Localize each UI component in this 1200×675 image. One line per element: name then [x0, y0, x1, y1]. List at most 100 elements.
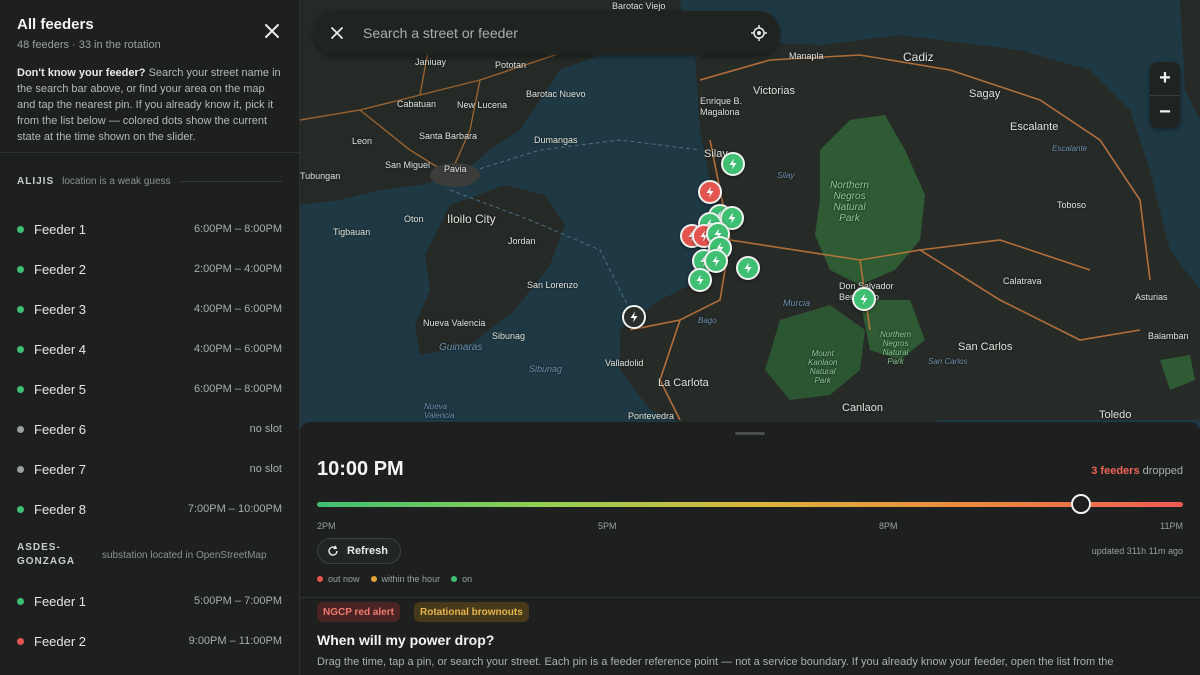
- close-icon[interactable]: [263, 22, 281, 40]
- clear-search-icon[interactable]: [329, 25, 345, 41]
- legend-label: within the hour: [381, 574, 441, 584]
- map-label-iloilo-city: Iloilo City: [447, 212, 496, 226]
- feeder-row[interactable]: Feeder 8 7:00PM – 10:00PM: [0, 489, 299, 529]
- map-label-leon: Leon: [352, 136, 373, 146]
- map-label-cabatuan: Cabatuan: [397, 99, 437, 109]
- feeder-row[interactable]: Feeder 6 no slot: [0, 409, 299, 449]
- feeder-name: Feeder 4: [34, 341, 87, 357]
- feeder-list-asdes-gonzaga: Feeder 1 5:00PM – 7:00PM Feeder 2 9:00PM – …: [0, 581, 299, 675]
- feeder-name: Feeder 3: [34, 301, 87, 317]
- feeder-name: Feeder 5: [34, 381, 87, 397]
- feeder-pin[interactable]: [704, 249, 728, 273]
- status-dot: [17, 385, 24, 393]
- feeder-slot: no slot: [249, 423, 282, 435]
- search-bar: [314, 11, 780, 55]
- feeder-pin[interactable]: [852, 287, 876, 311]
- feeder-row[interactable]: Feeder 2 2:00PM – 4:00PM: [0, 249, 299, 289]
- help-bold: Don't know your feeder?: [17, 67, 146, 79]
- map-label-manapla: Manapla: [789, 51, 824, 61]
- legend-dot: [317, 576, 323, 582]
- feeder-row[interactable]: Feeder 4 4:00PM – 6:00PM: [0, 329, 299, 369]
- feeder-name: Feeder 1: [34, 221, 87, 237]
- map-label-jordan: Jordan: [508, 236, 536, 246]
- map-label-northern-negros-2: Northern Negros Natural Park: [880, 330, 912, 366]
- slider-tick-label: 8PM: [879, 521, 898, 531]
- time-panel: 10:00 PM 3 feeders dropped 2PM 5PM 8PM 1…: [300, 422, 1200, 675]
- map-label-escalante: Escalante: [1010, 121, 1059, 133]
- dropped-summary: 3 feeders dropped: [1091, 465, 1183, 477]
- feeder-pin[interactable]: [736, 256, 760, 280]
- status-dot: [17, 345, 24, 353]
- map-label-victorias: Victorias: [753, 85, 795, 97]
- panel-divider: [300, 597, 1200, 598]
- search-input[interactable]: [363, 25, 733, 41]
- group-name-line1: ASDES-: [17, 542, 61, 553]
- group-note: substation located in OpenStreetMap: [102, 549, 267, 561]
- group-note: location is a weak guess: [62, 175, 171, 187]
- ngcp-alert-badge: NGCP red alert: [317, 602, 400, 622]
- group-divider: [180, 180, 282, 182]
- zoom-in-button[interactable]: +: [1150, 62, 1180, 95]
- sidebar-help-text: Don't know your feeder? Search your stre…: [0, 60, 299, 153]
- feeder-row[interactable]: Feeder 37:00PM – 9:00PM: [0, 661, 299, 675]
- map-label-bago: Bago: [698, 316, 717, 325]
- refresh-button[interactable]: Refresh: [317, 538, 401, 564]
- feeder-slot: 6:00PM – 8:00PM: [193, 223, 282, 235]
- feeder-pin[interactable]: [688, 268, 712, 292]
- time-slider-handle[interactable]: [1070, 494, 1091, 514]
- group-header-asdes-gonzaga: ASDES- GONZAGA substation located in Open…: [0, 529, 299, 581]
- map-label-murcia: Murcia: [783, 298, 811, 308]
- bolt-icon: [706, 186, 714, 198]
- map-label-calatrava: Calatrava: [1003, 276, 1042, 286]
- feeder-row[interactable]: Feeder 7 no slot: [0, 449, 299, 489]
- map-label-oton: Oton: [404, 214, 424, 224]
- map-label-pontevedra: Pontevedra: [628, 411, 675, 421]
- feeder-row[interactable]: Feeder 1 6:00PM – 8:00PM: [0, 209, 299, 249]
- map-label-valladolid: Valladolid: [605, 358, 644, 368]
- feeder-row[interactable]: Feeder 3 4:00PM – 6:00PM: [0, 289, 299, 329]
- app-root: All feeders 48 feeders · 33 in the rotat…: [0, 0, 1200, 675]
- map-label-potoran: Pototan: [495, 60, 527, 70]
- map-label-san-carlos-water: San Carlos: [928, 357, 968, 366]
- legend-label: on: [462, 574, 473, 584]
- sidebar-subtitle: 48 feeders · 33 in the rotation: [17, 39, 161, 51]
- feeder-name: Feeder 7: [34, 461, 87, 477]
- feeder-name: Feeder 6: [34, 421, 87, 437]
- map-label-sibunag-water: Sibunag: [529, 364, 563, 374]
- bolt-icon: [630, 311, 638, 323]
- map-label-san-carlos: San Carlos: [958, 341, 1013, 353]
- status-dot: [17, 637, 24, 645]
- legend-label: out now: [328, 574, 360, 584]
- locate-me-icon[interactable]: [750, 24, 768, 42]
- map-label-barotac-nuevo: Barotac Nuevo: [526, 89, 586, 99]
- status-dot: [17, 505, 24, 513]
- refresh-icon: [328, 545, 338, 556]
- feeder-pin[interactable]: [721, 152, 745, 176]
- map-label-janiuay: Janiuay: [415, 57, 447, 67]
- feeder-pin[interactable]: [698, 180, 722, 204]
- status-dot: [17, 597, 24, 605]
- bolt-icon: [744, 262, 752, 274]
- feeder-row[interactable]: Feeder 5 6:00PM – 8:00PM: [0, 369, 299, 409]
- panel-drag-handle[interactable]: [735, 432, 765, 435]
- feeder-slot: 4:00PM – 6:00PM: [193, 303, 282, 315]
- selected-time: 10:00 PM: [317, 458, 404, 480]
- legend-item: within the hour: [370, 574, 441, 584]
- feeder-sidebar: All feeders 48 feeders · 33 in the rotat…: [0, 0, 300, 675]
- map-label-pavia: Pavia: [444, 164, 467, 174]
- slider-tick-label: 11PM: [1160, 521, 1183, 531]
- map-label-toboso: Toboso: [1057, 200, 1087, 210]
- map-label-santa-barbara: Santa Barbara: [419, 131, 478, 141]
- time-slider-track[interactable]: [317, 502, 1183, 507]
- feeder-row[interactable]: Feeder 1 5:00PM – 7:00PM: [0, 581, 299, 621]
- feeder-row[interactable]: Feeder 2 9:00PM – 11:00PM: [0, 621, 299, 661]
- map-label-nueva-valencia: Nueva Valencia: [423, 318, 486, 328]
- map-label-tigbauan: Tigbauan: [333, 227, 371, 237]
- dropped-suffix: dropped: [1139, 465, 1183, 477]
- map-label-dumangas: Dumangas: [534, 135, 578, 145]
- sidebar-header: All feeders 48 feeders · 33 in the rotat…: [0, 0, 299, 60]
- zoom-out-button[interactable]: −: [1150, 95, 1180, 128]
- map-label-sibunag: Sibunag: [492, 331, 526, 341]
- feeder-pin[interactable]: [622, 305, 646, 329]
- map-label-barotac-viejo: Barotac Viejo: [612, 1, 666, 11]
